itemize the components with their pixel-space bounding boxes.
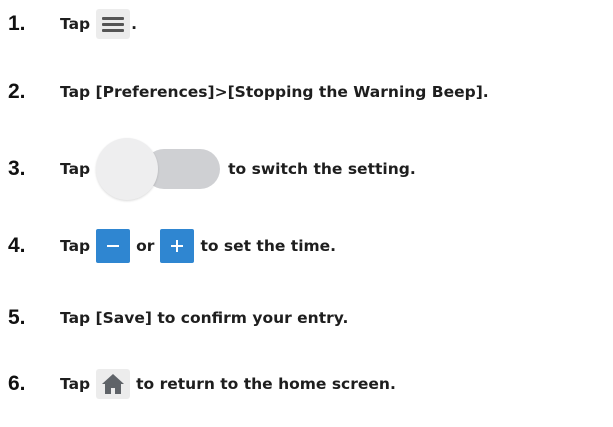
step-text-post: . bbox=[131, 15, 138, 33]
step-text-pre: Tap bbox=[60, 15, 91, 33]
step-text-full: Tap [Save] to confirm your entry. bbox=[60, 309, 349, 327]
step-text: Tap [Preferences]>[Stopping the Warning … bbox=[60, 83, 489, 101]
step-text: Tap to return to the home screen. bbox=[60, 369, 396, 399]
step-text: Tap or to set the time. bbox=[60, 229, 336, 263]
step-number: 5. bbox=[8, 306, 26, 329]
step-number: 4. bbox=[8, 234, 26, 257]
step-text: Tap . bbox=[60, 9, 137, 39]
minus-icon bbox=[96, 229, 131, 263]
menu-icon bbox=[96, 9, 131, 39]
step-text-post: to return to the home screen. bbox=[136, 375, 396, 393]
step-text: Tap [Save] to confirm your entry. bbox=[60, 309, 348, 327]
step-text-post: to set the time. bbox=[200, 237, 337, 255]
step-number: 2. bbox=[8, 80, 26, 103]
step-number: 6. bbox=[8, 372, 26, 395]
step-text-full: Tap [Preferences]>[Stopping the Warning … bbox=[60, 83, 489, 101]
step-number: 1. bbox=[8, 12, 26, 35]
step-text-pre: Tap bbox=[60, 375, 91, 393]
step-text-pre: Tap bbox=[60, 237, 91, 255]
step-text-post: to switch the setting. bbox=[228, 160, 416, 178]
toggle-switch-icon bbox=[96, 138, 221, 200]
step-text: Tap to switch the setting. bbox=[60, 138, 416, 200]
step-text-pre: Tap bbox=[60, 160, 91, 178]
plus-icon bbox=[160, 229, 195, 263]
home-icon bbox=[96, 369, 131, 399]
step-text-mid: or bbox=[136, 237, 155, 255]
step-number: 3. bbox=[8, 157, 26, 180]
